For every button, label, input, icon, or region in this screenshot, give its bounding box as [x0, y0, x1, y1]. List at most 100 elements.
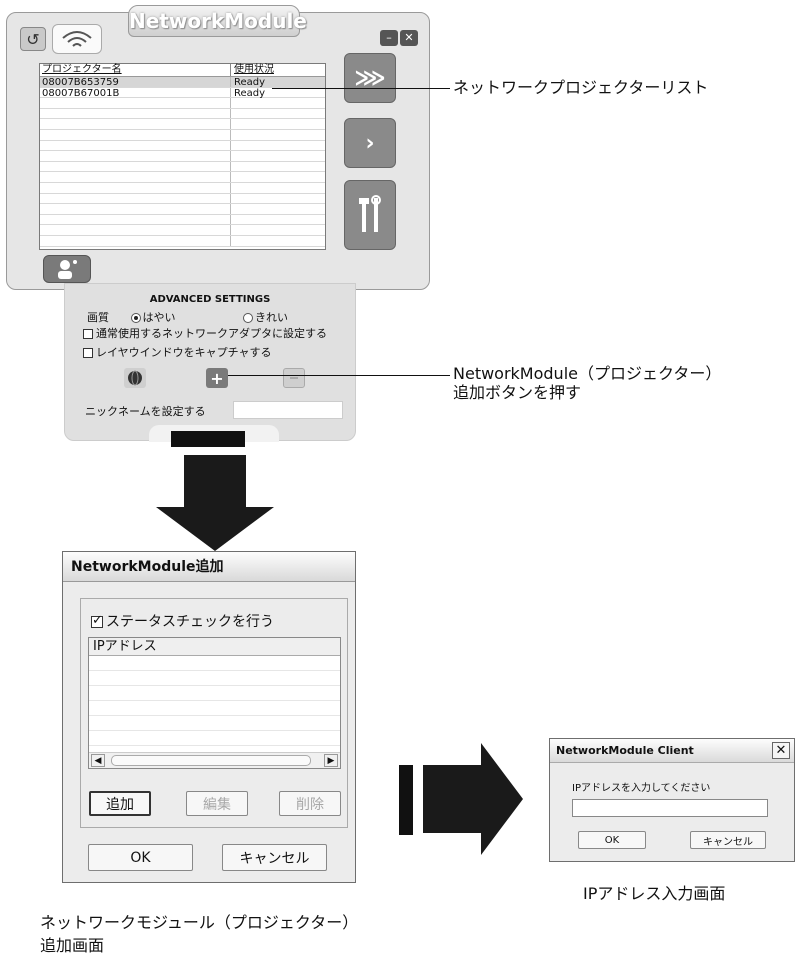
ip-prompt: IPアドレスを入力してください [572, 783, 711, 794]
client-ok-button[interactable]: OK [578, 831, 646, 849]
status-cell [231, 141, 325, 151]
projector-name-cell [40, 214, 231, 225]
minimize-button[interactable]: – [380, 30, 398, 46]
table-row[interactable] [40, 225, 325, 236]
column-status[interactable]: 使用状況 [231, 64, 325, 76]
checkbox-default-adapter-label: 通常使用するネットワークアダプタに設定する [96, 327, 327, 340]
scroll-left-icon[interactable]: ◀ [91, 754, 105, 767]
table-row[interactable] [40, 235, 325, 247]
nickname-label: ニックネームを設定する [85, 405, 206, 418]
projector-list[interactable]: プロジェクター名 使用状況 08007B653759 Ready 08007B6… [39, 63, 326, 250]
projector-name-cell [40, 108, 231, 119]
minus-icon [290, 377, 298, 379]
add-projector-button[interactable]: + [206, 368, 228, 388]
status-check-label: ステータスチェックを行う [106, 614, 274, 630]
projector-name-cell [40, 172, 231, 182]
status-cell: Ready [234, 87, 266, 99]
ok-button[interactable]: OK [88, 844, 193, 871]
status-cell [231, 183, 325, 193]
client-dialog-title: NetworkModule Client [556, 744, 694, 757]
list-header: プロジェクター名 使用状況 [40, 64, 325, 77]
client-cancel-button[interactable]: キャンセル [690, 831, 766, 849]
quality-row: 画質 はやい きれい [87, 309, 288, 325]
arrow-tail-block [399, 765, 413, 835]
list-item[interactable] [89, 731, 340, 746]
status-cell [231, 225, 325, 235]
client-dialog-caption: IPアドレス入力画面 [583, 884, 726, 903]
table-row[interactable] [40, 204, 325, 215]
status-cell: Ready [234, 77, 266, 88]
radio-fast[interactable]: はやい [130, 311, 176, 324]
add-network-module-dialog: NetworkModule追加 ✓ ステータスチェックを行う IPアドレス ◀ ▶… [62, 551, 356, 883]
edit-button[interactable]: 編集 [186, 791, 248, 816]
table-row[interactable] [40, 119, 325, 130]
window-controls: – ✕ [380, 30, 420, 48]
projector-name-cell [40, 161, 231, 172]
triple-chevron-icon: ⋙ [354, 65, 386, 91]
list-item[interactable] [89, 686, 340, 701]
tools-button[interactable] [344, 180, 396, 250]
list-item[interactable] [89, 656, 340, 671]
remove-button[interactable] [283, 368, 305, 388]
projector-name-cell [40, 129, 231, 140]
status-cell [231, 172, 325, 182]
projector-name-cell [40, 204, 231, 214]
table-row[interactable]: 08007B67001B Ready [40, 87, 325, 99]
table-row[interactable] [40, 108, 325, 120]
checkbox-layer-window-label: レイヤウインドウをキャプチャする [96, 346, 272, 359]
play-all-button[interactable]: ⋙ [344, 53, 396, 103]
refresh-icon[interactable]: ↺ [20, 27, 46, 51]
table-row[interactable] [40, 161, 325, 173]
callout-line-add [228, 375, 450, 376]
status-cell [231, 204, 325, 214]
radio-pretty[interactable]: きれい [243, 311, 288, 324]
table-row[interactable]: 08007B653759 Ready [40, 77, 325, 88]
list-item[interactable] [89, 716, 340, 731]
list-item[interactable] [89, 701, 340, 716]
table-row[interactable] [40, 151, 325, 162]
close-icon[interactable]: ✕ [772, 742, 790, 759]
chevron-right-icon: › [365, 130, 375, 156]
projector-name-cell: 08007B653759 [40, 77, 231, 88]
quality-label: 画質 [87, 311, 109, 324]
add-dialog-caption-line2: 追加画面 [40, 936, 105, 955]
projector-name-cell [40, 193, 231, 204]
table-row[interactable] [40, 98, 325, 109]
radio-icon [130, 313, 141, 323]
checkbox-default-adapter[interactable]: 通常使用するネットワークアダプタに設定する [83, 325, 327, 341]
scroll-thumb[interactable] [111, 755, 311, 766]
status-check-checkbox[interactable]: ✓ ステータスチェックを行う [91, 611, 274, 631]
cancel-button[interactable]: キャンセル [222, 844, 327, 871]
radio-pretty-label: きれい [255, 311, 288, 324]
column-ip-address[interactable]: IPアドレス [89, 638, 340, 656]
table-row[interactable] [40, 193, 325, 205]
scroll-right-icon[interactable]: ▶ [324, 754, 338, 767]
table-row[interactable] [40, 182, 325, 194]
table-row[interactable] [40, 172, 325, 183]
horizontal-scrollbar[interactable]: ◀ ▶ [89, 752, 340, 768]
user-button[interactable] [43, 255, 91, 283]
add-button[interactable]: 追加 [89, 791, 151, 816]
tools-icon [359, 195, 381, 232]
ip-address-input[interactable] [572, 799, 768, 817]
list-item[interactable] [89, 671, 340, 686]
table-row[interactable] [40, 140, 325, 152]
status-cell [231, 215, 325, 225]
ip-address-list[interactable]: IPアドレス ◀ ▶ [88, 637, 341, 769]
delete-button[interactable]: 削除 [279, 791, 341, 816]
wifi-icon[interactable] [52, 24, 102, 54]
table-row[interactable] [40, 129, 325, 141]
play-button[interactable]: › [344, 118, 396, 168]
table-row[interactable] [40, 214, 325, 226]
checkbox-layer-window[interactable]: レイヤウインドウをキャプチャする [83, 344, 272, 360]
column-projector-name[interactable]: プロジェクター名 [40, 64, 231, 76]
window-title: NetworkModule [128, 5, 307, 37]
advanced-settings-panel: ADVANCED SETTINGS 画質 はやい きれい 通常使用するネットワー… [64, 283, 356, 442]
status-cell [231, 236, 325, 246]
right-arrow [423, 743, 523, 859]
status-cell [231, 109, 325, 119]
radio-fast-label: はやい [142, 311, 176, 324]
close-button[interactable]: ✕ [400, 30, 418, 46]
globe-button[interactable] [124, 368, 146, 388]
nickname-input[interactable] [233, 401, 343, 419]
